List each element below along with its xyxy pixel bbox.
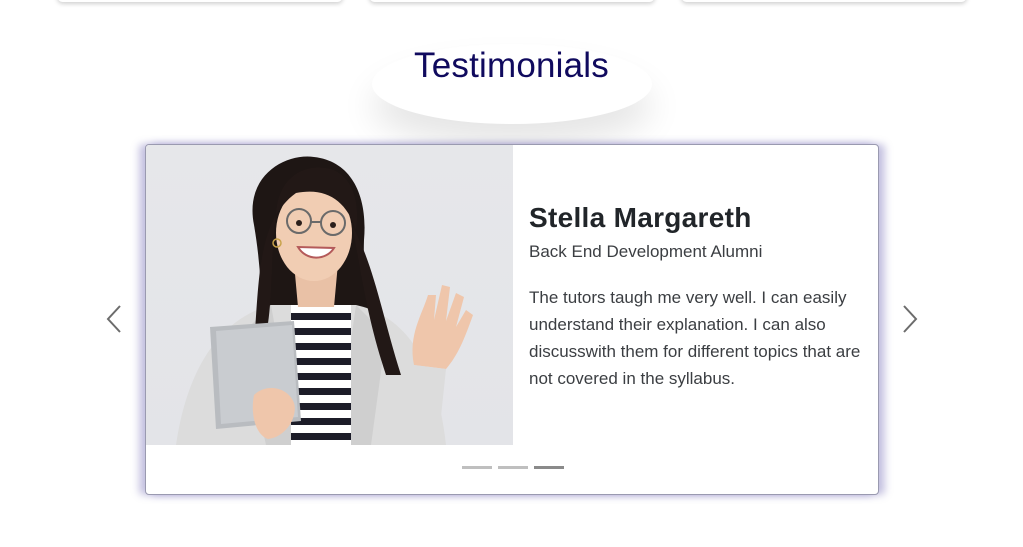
section-title: Testimonials bbox=[414, 46, 609, 85]
testimonials-page: Testimonials Stella Margareth Back End D… bbox=[0, 0, 1023, 547]
top-card bbox=[369, 0, 655, 2]
carousel-indicator-2[interactable] bbox=[498, 466, 528, 469]
carousel-next-button[interactable] bbox=[898, 302, 922, 336]
testimonial-photo bbox=[146, 145, 513, 445]
carousel-prev-button[interactable] bbox=[102, 302, 126, 336]
chevron-right-icon bbox=[903, 305, 918, 333]
testimonial-quote: The tutors taugh me very well. I can eas… bbox=[529, 287, 861, 388]
carousel-indicator-3[interactable] bbox=[534, 466, 564, 469]
testimonial-card: Stella Margareth Back End Development Al… bbox=[145, 144, 879, 495]
chevron-left-icon bbox=[106, 305, 121, 333]
testimonial-role: Back End Development Alumni bbox=[529, 241, 763, 261]
top-card bbox=[681, 0, 967, 2]
carousel-indicators bbox=[146, 466, 878, 472]
carousel-indicator-1[interactable] bbox=[462, 466, 492, 469]
person-illustration bbox=[176, 156, 473, 445]
top-cards-row bbox=[0, 0, 1023, 6]
testimonial-info: Stella Margareth Back End Development Al… bbox=[529, 201, 869, 392]
top-card bbox=[57, 0, 343, 2]
testimonial-name: Stella Margareth bbox=[529, 202, 752, 233]
